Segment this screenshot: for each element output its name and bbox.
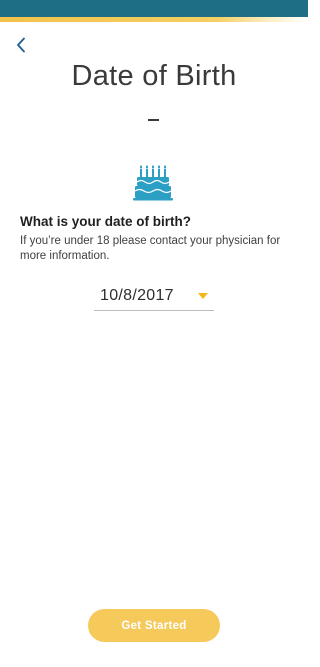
header-bar bbox=[0, 0, 308, 17]
page-title: Date of Birth bbox=[71, 60, 237, 92]
get-started-button[interactable]: Get Started bbox=[88, 609, 220, 642]
date-of-birth-dropdown[interactable]: 10/8/2017 bbox=[94, 284, 214, 311]
title-divider bbox=[148, 119, 159, 121]
back-button[interactable] bbox=[9, 35, 33, 59]
birthday-cake-icon bbox=[133, 165, 175, 201]
date-value: 10/8/2017 bbox=[100, 287, 174, 304]
dob-helper-text: If you’re under 18 please contact your p… bbox=[20, 235, 281, 262]
header-accent-stripe bbox=[0, 17, 308, 22]
caret-down-icon bbox=[198, 293, 208, 299]
dob-question: What is your date of birth? bbox=[20, 214, 191, 229]
chevron-left-icon bbox=[16, 37, 26, 58]
